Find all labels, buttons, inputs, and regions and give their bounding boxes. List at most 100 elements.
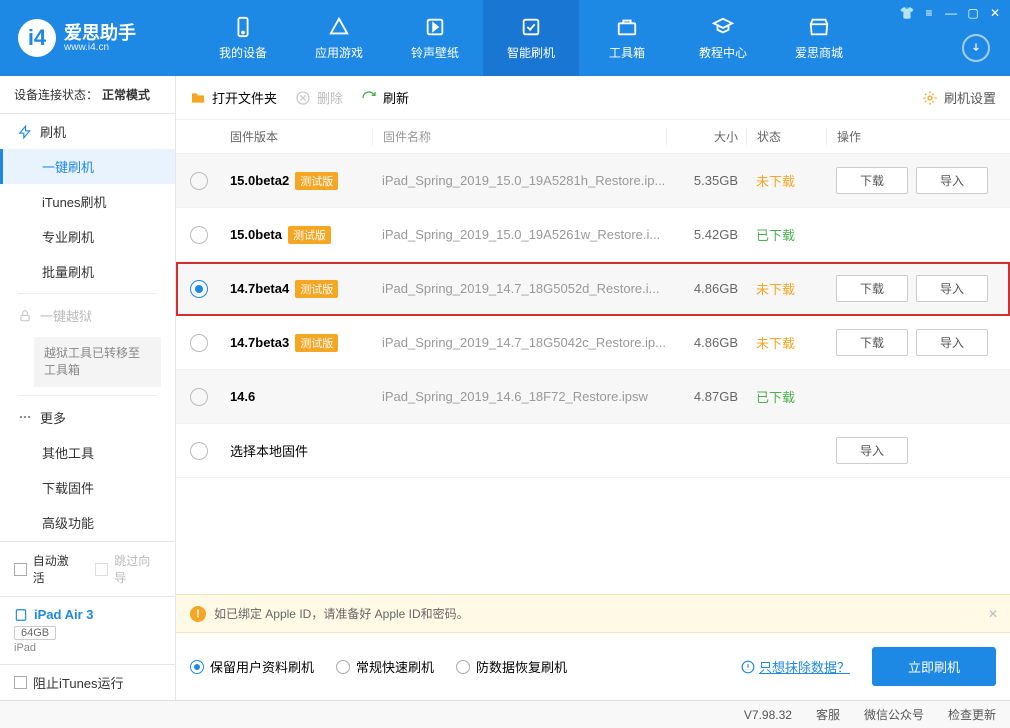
version-label: V7.98.32	[744, 708, 792, 722]
device-storage: 64GB	[14, 626, 56, 640]
sidebar: 设备连接状态：正常模式 刷机 一键刷机 iTunes刷机 专业刷机 批量刷机 一…	[0, 76, 176, 700]
alert-text: 如已绑定 Apple ID，请准备好 Apple ID和密码。	[214, 605, 469, 622]
import-button[interactable]: 导入	[916, 329, 988, 356]
import-button[interactable]: 导入	[836, 437, 908, 464]
flash-settings-button[interactable]: 刷机设置	[922, 88, 996, 107]
nav-toolbox[interactable]: 工具箱	[579, 0, 675, 76]
beta-tag: 测试版	[288, 226, 331, 244]
maximize-icon[interactable]: ▢	[966, 6, 980, 20]
row-radio[interactable]	[190, 442, 208, 460]
main-panel: 打开文件夹 删除 刷新 刷机设置 固件版本 固件名称 大小 状态 操作 15.	[176, 76, 1010, 700]
col-status: 状态	[746, 128, 826, 145]
nav-apps[interactable]: 应用游戏	[291, 0, 387, 76]
beta-tag: 测试版	[295, 172, 338, 190]
firmware-status: 未下载	[746, 279, 826, 298]
firmware-name: iPad_Spring_2019_15.0_19A5261w_Restore.i…	[372, 227, 666, 242]
device-name: iPad Air 3	[34, 607, 93, 622]
col-name: 固件名称	[372, 128, 666, 145]
refresh-button[interactable]: 刷新	[361, 88, 409, 107]
close-icon[interactable]: ✕	[988, 6, 1002, 20]
nav-smart-flash[interactable]: 智能刷机	[483, 0, 579, 76]
table-row[interactable]: 14.7beta3测试版 iPad_Spring_2019_14.7_18G50…	[176, 316, 1010, 370]
opt-anti-recovery[interactable]: 防数据恢复刷机	[456, 657, 567, 676]
tshirt-icon[interactable]: 👕	[900, 6, 914, 20]
main-nav: 我的设备 应用游戏 铃声壁纸 智能刷机 工具箱 教程中心 爱思商城	[195, 0, 867, 76]
download-button[interactable]: 下载	[836, 167, 908, 194]
sidebar-head-jailbreak: 一键越狱	[0, 298, 175, 333]
beta-tag: 测试版	[295, 280, 338, 298]
block-itunes-checkbox[interactable]: 阻止iTunes运行	[14, 673, 161, 692]
row-radio[interactable]	[190, 334, 208, 352]
col-size: 大小	[666, 128, 746, 145]
table-row-local[interactable]: 选择本地固件 导入	[176, 424, 1010, 478]
sidebar-item-oneclick-flash[interactable]: 一键刷机	[0, 149, 175, 184]
device-type: iPad	[14, 642, 161, 654]
jailbreak-note: 越狱工具已转移至工具箱	[34, 337, 161, 387]
check-update-link[interactable]: 检查更新	[948, 706, 996, 723]
beta-tag: 测试版	[295, 334, 338, 352]
opt-keep-data[interactable]: 保留用户资料刷机	[190, 657, 314, 676]
table-row[interactable]: 14.6 iPad_Spring_2019_14.6_18F72_Restore…	[176, 370, 1010, 424]
import-button[interactable]: 导入	[916, 167, 988, 194]
firmware-size: 5.42GB	[666, 227, 746, 242]
logo-icon: i4	[18, 19, 56, 57]
table-row[interactable]: 15.0beta测试版 iPad_Spring_2019_15.0_19A526…	[176, 208, 1010, 262]
warning-icon: !	[190, 606, 206, 622]
nav-store[interactable]: 爱思商城	[771, 0, 867, 76]
row-radio[interactable]	[190, 172, 208, 190]
firmware-name: iPad_Spring_2019_14.7_18G5042c_Restore.i…	[372, 335, 666, 350]
delete-button[interactable]: 删除	[295, 88, 343, 107]
apple-id-alert: ! 如已绑定 Apple ID，请准备好 Apple ID和密码。 ✕	[176, 594, 1010, 633]
import-button[interactable]: 导入	[916, 275, 988, 302]
firmware-name: iPad_Spring_2019_14.7_18G5052d_Restore.i…	[372, 281, 666, 296]
table-header: 固件版本 固件名称 大小 状态 操作	[176, 120, 1010, 154]
logo: i4 爱思助手 www.i4.cn	[0, 19, 195, 57]
row-radio[interactable]	[190, 226, 208, 244]
opt-fast-flash[interactable]: 常规快速刷机	[336, 657, 434, 676]
col-version: 固件版本	[230, 128, 372, 145]
sidebar-item-batch-flash[interactable]: 批量刷机	[0, 254, 175, 289]
nav-tutorials[interactable]: 教程中心	[675, 0, 771, 76]
minimize-icon[interactable]: —	[944, 6, 958, 20]
sidebar-item-itunes-flash[interactable]: iTunes刷机	[0, 184, 175, 219]
download-button[interactable]: 下载	[836, 329, 908, 356]
sidebar-head-flash[interactable]: 刷机	[0, 114, 175, 149]
col-ops: 操作	[826, 128, 996, 145]
firmware-status: 已下载	[746, 225, 826, 244]
app-name: 爱思助手	[64, 24, 136, 42]
skip-guide-checkbox[interactable]: 跳过向导	[95, 552, 160, 586]
menu-icon[interactable]: ≡	[922, 6, 936, 20]
device-info[interactable]: iPad Air 3 64GB iPad	[0, 596, 175, 664]
app-url: www.i4.cn	[64, 42, 136, 53]
flash-now-button[interactable]: 立即刷机	[872, 647, 996, 686]
alert-close-icon[interactable]: ✕	[988, 607, 998, 621]
firmware-name: iPad_Spring_2019_14.6_18F72_Restore.ipsw	[372, 389, 666, 404]
nav-ringtones[interactable]: 铃声壁纸	[387, 0, 483, 76]
table-row[interactable]: 14.7beta4测试版 iPad_Spring_2019_14.7_18G50…	[176, 262, 1010, 316]
sidebar-item-other-tools[interactable]: 其他工具	[0, 435, 175, 470]
auto-activate-checkbox[interactable]: 自动激活	[14, 552, 79, 586]
sidebar-item-pro-flash[interactable]: 专业刷机	[0, 219, 175, 254]
sidebar-item-download-firmware[interactable]: 下载固件	[0, 470, 175, 505]
firmware-status: 已下载	[746, 387, 826, 406]
row-radio[interactable]	[190, 388, 208, 406]
sidebar-head-more[interactable]: 更多	[0, 400, 175, 435]
firmware-size: 4.87GB	[666, 389, 746, 404]
status-bar: V7.98.32 客服 微信公众号 检查更新	[0, 700, 1010, 728]
support-link[interactable]: 客服	[816, 706, 840, 723]
row-radio[interactable]	[190, 280, 208, 298]
action-bar: 保留用户资料刷机 常规快速刷机 防数据恢复刷机 只想抹除数据？ 立即刷机	[176, 633, 1010, 700]
firmware-size: 4.86GB	[666, 281, 746, 296]
app-header: i4 爱思助手 www.i4.cn 我的设备 应用游戏 铃声壁纸 智能刷机 工具…	[0, 0, 1010, 76]
table-row[interactable]: 15.0beta2测试版 iPad_Spring_2019_15.0_19A52…	[176, 154, 1010, 208]
toolbar: 打开文件夹 删除 刷新 刷机设置	[176, 76, 1010, 120]
firmware-size: 4.86GB	[666, 335, 746, 350]
sidebar-item-advanced[interactable]: 高级功能	[0, 505, 175, 540]
download-indicator-icon[interactable]	[962, 34, 990, 62]
wechat-link[interactable]: 微信公众号	[864, 706, 924, 723]
nav-my-device[interactable]: 我的设备	[195, 0, 291, 76]
download-button[interactable]: 下载	[836, 275, 908, 302]
firmware-name: iPad_Spring_2019_15.0_19A5281h_Restore.i…	[372, 173, 666, 188]
erase-data-link[interactable]: 只想抹除数据？	[741, 657, 850, 676]
open-folder-button[interactable]: 打开文件夹	[190, 88, 277, 107]
